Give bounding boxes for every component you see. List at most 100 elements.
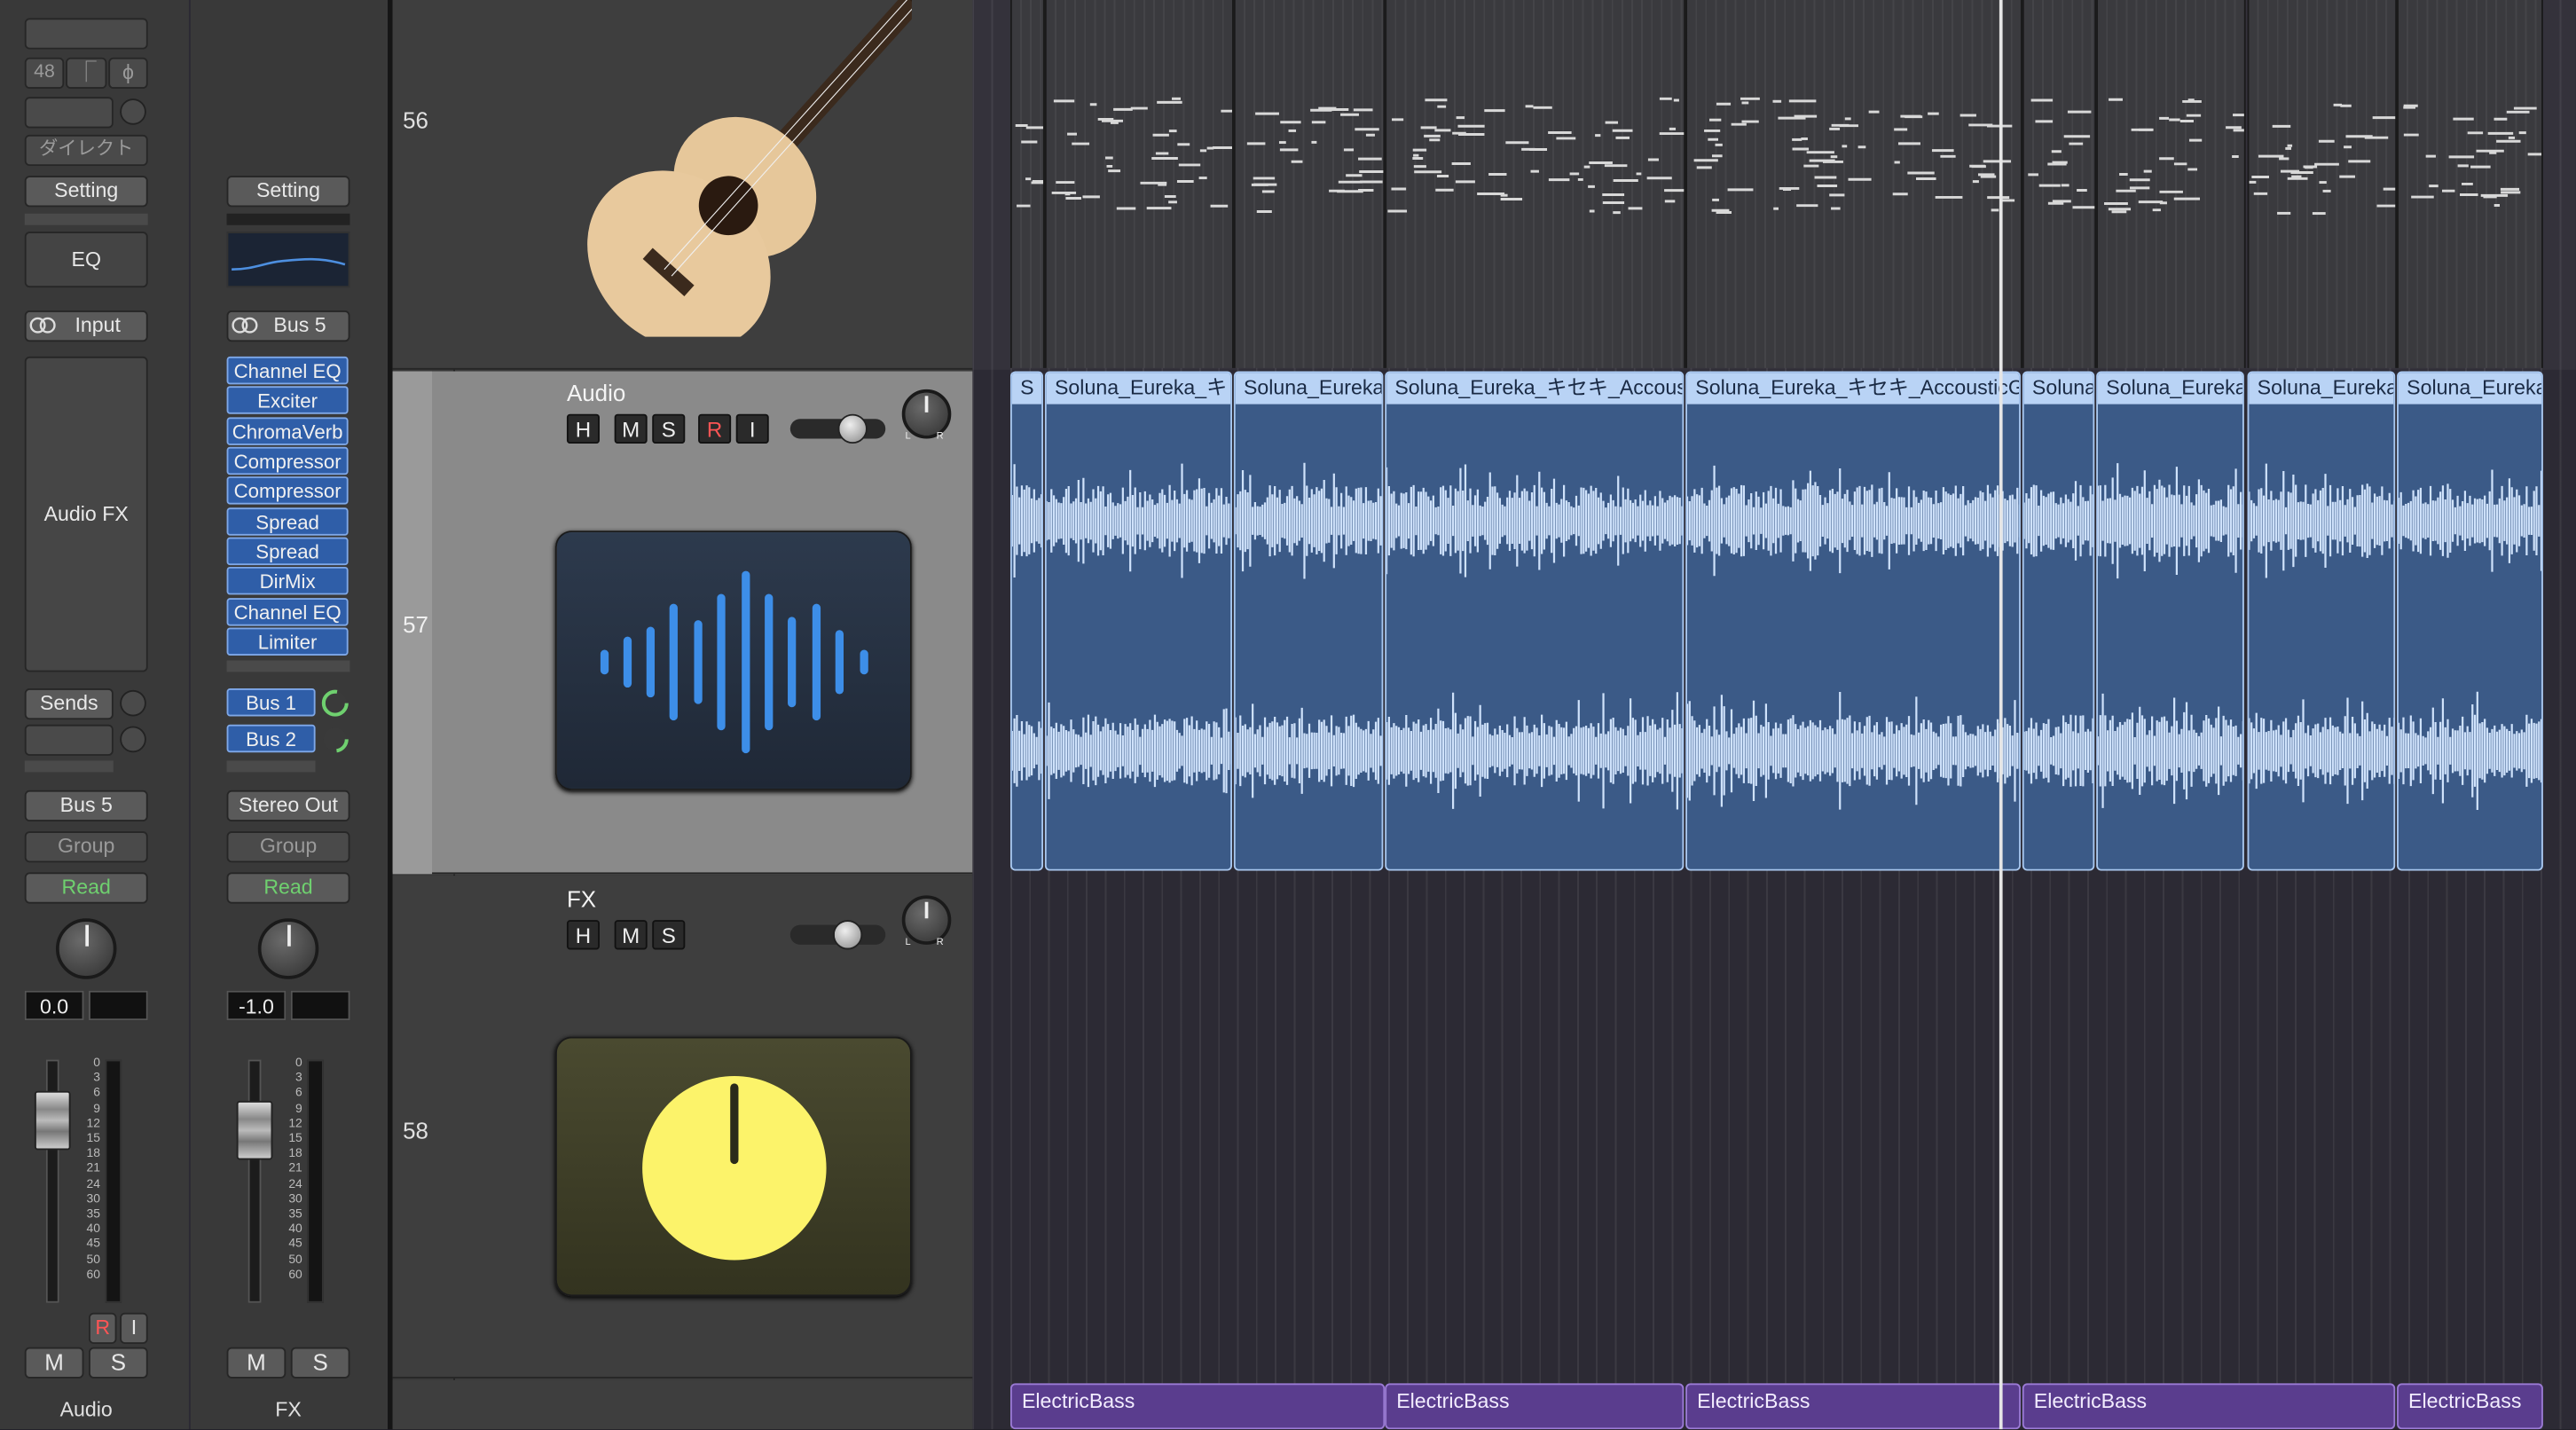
audio-region-title: Soluna_Eureka: [2398, 373, 2542, 405]
eq-button[interactable]: EQ: [24, 232, 148, 288]
sends-button[interactable]: Sends: [24, 688, 114, 720]
playhead[interactable]: [1999, 0, 2003, 1430]
bass-region[interactable]: ElectricBass: [1385, 1383, 1685, 1430]
send-level-knob-1[interactable]: [320, 688, 349, 718]
solo-button[interactable]: S: [652, 920, 686, 950]
midi-region[interactable]: [2022, 0, 2097, 368]
plugin-slot-7[interactable]: Spread: [226, 537, 349, 566]
midi-region[interactable]: [1685, 0, 2022, 368]
plugin-slot-6[interactable]: Spread: [226, 507, 349, 536]
solo-button[interactable]: S: [89, 1347, 148, 1379]
automation-mode-button[interactable]: Read: [226, 872, 350, 904]
plugin-slot-2[interactable]: Exciter: [226, 386, 349, 414]
input-monitor-button[interactable]: I: [120, 1312, 148, 1344]
direct-button[interactable]: ダイレクト: [24, 134, 148, 167]
setting-button[interactable]: Setting: [24, 176, 148, 208]
phase-invert-icon[interactable]: ϕ: [108, 57, 148, 90]
midi-region[interactable]: [2247, 0, 2398, 368]
mute-button[interactable]: M: [614, 413, 648, 444]
group-button[interactable]: Group: [226, 831, 350, 863]
audio-region[interactable]: Soluna_Eureka: [1233, 371, 1384, 871]
audio-region[interactable]: Soluna: [2022, 371, 2095, 871]
audio-region[interactable]: Soluna_Eureka_キセキ_Accousti: [1385, 371, 1685, 871]
hide-button[interactable]: H: [566, 920, 600, 950]
bass-region[interactable]: ElectricBass: [2022, 1383, 2396, 1430]
audio-region[interactable]: Soluna_Eureka: [2397, 371, 2543, 871]
audio-region-title: Soluna_Eureka: [2098, 373, 2242, 405]
plugin-slot-10[interactable]: Limiter: [226, 627, 349, 656]
track-name[interactable]: Audio: [567, 380, 625, 406]
hide-button[interactable]: H: [566, 413, 600, 444]
automation-mode-button[interactable]: Read: [24, 872, 148, 904]
plugin-slot-4[interactable]: Compressor: [226, 446, 349, 475]
track-name[interactable]: FX: [567, 885, 596, 912]
mute-button[interactable]: M: [226, 1347, 287, 1379]
pan-knob[interactable]: [55, 918, 117, 979]
send-level-knob-2[interactable]: [320, 725, 349, 754]
track-header-59[interactable]: [392, 1379, 973, 1430]
plugin-slot-1[interactable]: Channel EQ: [226, 356, 349, 385]
record-enable-button[interactable]: R: [698, 413, 732, 444]
input-gain-slot[interactable]: [24, 97, 114, 129]
acoustic-guitar-icon: [587, 0, 912, 337]
hpf-icon[interactable]: ⎾: [66, 57, 107, 90]
audio-region-title: Soluna_Eureka: [1235, 373, 1382, 405]
midi-region[interactable]: [1233, 0, 1386, 368]
mute-button[interactable]: M: [614, 920, 648, 950]
volume-fader[interactable]: [34, 1090, 71, 1151]
send-slot-2[interactable]: [24, 724, 114, 756]
midi-region[interactable]: [1385, 0, 1686, 368]
yellow-knob-icon: [642, 1076, 827, 1261]
peak-value: [89, 990, 148, 1021]
output-button[interactable]: Bus 5: [24, 790, 148, 821]
record-enable-button[interactable]: R: [89, 1312, 117, 1344]
track-controls: H M S R I: [455, 413, 972, 447]
audio-region-title: Soluna_Eureka_キセキ_AccousticGu: [1687, 373, 2020, 405]
send-knob-1[interactable]: [120, 689, 146, 717]
input-gain-knob[interactable]: [120, 98, 146, 125]
send-bus-2[interactable]: Bus 2: [226, 724, 316, 753]
bass-region[interactable]: ElectricBass: [1009, 1383, 1386, 1430]
pan-right-label: R: [936, 432, 944, 443]
midi-region[interactable]: [2397, 0, 2543, 368]
output-button[interactable]: Stereo Out: [226, 790, 350, 821]
audio-region-title: Soluna_Eureka_キ: [1046, 373, 1231, 405]
plugin-slot-8[interactable]: DirMix: [226, 566, 349, 595]
bass-region[interactable]: ElectricBass: [2397, 1383, 2543, 1430]
audio-region[interactable]: Soluna_Eureka: [2096, 371, 2244, 871]
audio-fx-slot[interactable]: Audio FX: [24, 356, 148, 672]
plugin-slot-9[interactable]: Channel EQ: [226, 598, 349, 626]
midi-region[interactable]: [1009, 0, 1045, 368]
volume-slider-thumb[interactable]: [837, 413, 868, 444]
eq-thumbnail[interactable]: [226, 232, 350, 288]
midi-region[interactable]: [1044, 0, 1234, 368]
pan-left-label: L: [905, 938, 911, 948]
solo-button[interactable]: S: [290, 1347, 350, 1379]
setting-bar: [24, 213, 148, 225]
channel-name: Audio: [59, 1398, 113, 1421]
midi-region[interactable]: [2096, 0, 2246, 368]
audio-region[interactable]: Soluna_Eureka: [2247, 371, 2396, 871]
waveform-icon: [554, 530, 912, 790]
volume-slider-thumb[interactable]: [832, 920, 863, 950]
bass-region[interactable]: ElectricBass: [1685, 1383, 2021, 1430]
mute-button[interactable]: M: [24, 1347, 84, 1379]
solo-button[interactable]: S: [652, 413, 686, 444]
plugin-slot-3[interactable]: ChromaVerb: [226, 417, 349, 445]
group-button[interactable]: Group: [24, 831, 148, 863]
audio-region[interactable]: S: [1009, 371, 1044, 871]
volume-value[interactable]: -1.0: [226, 990, 287, 1021]
setting-button[interactable]: Setting: [226, 176, 350, 208]
track-number: 56: [403, 106, 428, 134]
input-monitor-button[interactable]: I: [735, 413, 769, 444]
audio-region[interactable]: Soluna_Eureka_キセキ_AccousticGu: [1685, 371, 2021, 871]
plugin-empty-slot[interactable]: [226, 660, 350, 672]
volume-fader[interactable]: [236, 1100, 273, 1160]
gain-slot[interactable]: [24, 18, 148, 50]
audio-region[interactable]: Soluna_Eureka_キ: [1044, 371, 1232, 871]
plugin-slot-5[interactable]: Compressor: [226, 476, 349, 505]
send-bus-1[interactable]: Bus 1: [226, 688, 316, 717]
volume-value[interactable]: 0.0: [24, 990, 84, 1021]
pan-knob[interactable]: [257, 918, 319, 979]
send-knob-2[interactable]: [120, 726, 146, 753]
